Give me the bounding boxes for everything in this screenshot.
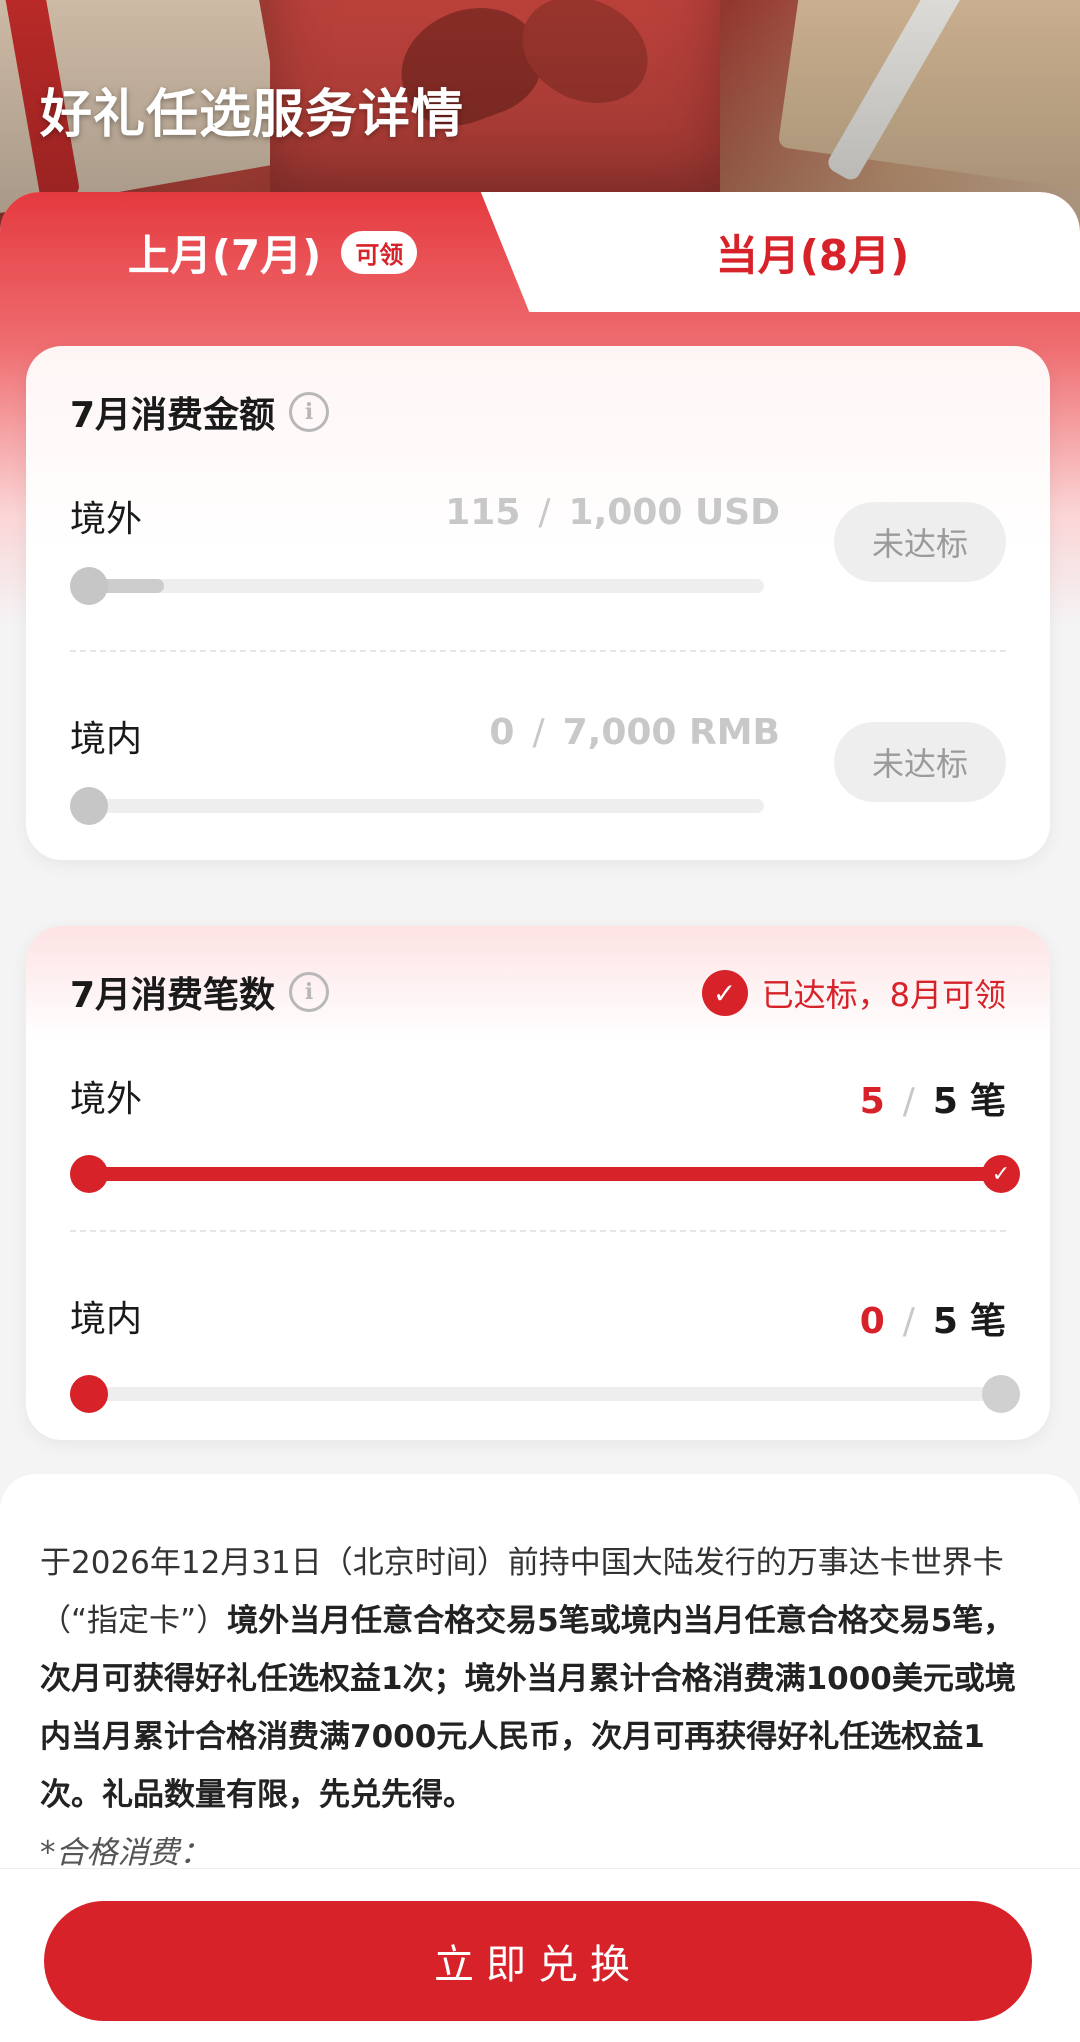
progress-track [86, 1387, 1006, 1401]
amount-current: 0 [489, 712, 515, 753]
card-title-text: 7月消费金额 [70, 395, 276, 436]
row-label-overseas: 境外 [70, 1079, 143, 1120]
info-icon[interactable]: i [289, 392, 330, 432]
progress-fill [86, 1167, 1006, 1181]
page-title: 好礼任选服务详情 [40, 85, 465, 145]
count-current: 0 [859, 1301, 885, 1342]
divider [70, 1230, 1006, 1232]
count-target: 5 [932, 1301, 958, 1342]
check-circle-icon: ✓ [701, 970, 748, 1016]
tab-this-month-label: 当月(8月) [715, 230, 910, 280]
status-met-badge: ✓ 已达标，8月可领 [701, 970, 1006, 1016]
terms-description: 于2026年12月31日（北京时间）前持中国大陆发行的万事达卡世界卡（“指定卡”… [0, 1474, 1080, 1874]
claimable-badge: 可领 [341, 230, 418, 274]
tab-last-month[interactable]: 上月(7月) 可领 [0, 192, 545, 312]
unmet-status-button[interactable]: 未达标 [834, 722, 1006, 802]
unmet-status-button[interactable]: 未达标 [834, 502, 1006, 582]
count-unit: 笔 [969, 1081, 1006, 1122]
row-label-overseas: 境外 [70, 499, 143, 540]
progress-start-dot [70, 567, 108, 605]
check-end-icon: ✓ [982, 1155, 1020, 1193]
progress-track [86, 1167, 1006, 1181]
count-current: 5 [859, 1081, 885, 1122]
amount-current: 115 [445, 492, 521, 533]
card-title: 7月消费笔数 i [70, 966, 330, 1018]
amount-progress-overseas: 115/1,000 USD [445, 492, 780, 533]
amount-target: 1,000 USD [568, 492, 780, 533]
spending-amount-card: 7月消费金额 i 境外 115/1,000 USD 未达标 境内 0/7,000… [26, 346, 1050, 860]
card-title: 7月消费金额 i [70, 386, 330, 438]
redeem-now-button[interactable]: 立即兑换 [44, 1901, 1032, 2021]
transaction-count-card: 7月消费笔数 i ✓ 已达标，8月可领 境外 5/5 笔 ✓ 境内 0/5 笔 [26, 926, 1050, 1440]
row-label-domestic: 境内 [70, 719, 143, 760]
count-progress-overseas: 5/5 笔 [859, 1081, 1006, 1122]
progress-track [86, 799, 764, 813]
progress-start-dot [70, 1375, 108, 1413]
info-icon[interactable]: i [289, 972, 330, 1012]
tab-last-month-label: 上月(7月) [127, 230, 322, 280]
bottom-bar: 立即兑换 [0, 1868, 1080, 2042]
card-title-text: 7月消费笔数 [70, 975, 276, 1016]
count-progress-domestic: 0/5 笔 [859, 1301, 1006, 1342]
amount-target: 7,000 RMB [562, 712, 780, 753]
count-target: 5 [932, 1081, 958, 1122]
status-met-text: 已达标，8月可领 [761, 976, 1006, 1014]
progress-track [86, 579, 764, 593]
progress-start-dot [70, 1155, 108, 1193]
divider [70, 650, 1006, 652]
amount-progress-domestic: 0/7,000 RMB [489, 712, 780, 753]
progress-end-dot [982, 1375, 1020, 1413]
tab-this-month[interactable]: 当月(8月) [545, 192, 1080, 312]
row-label-domestic: 境内 [70, 1299, 143, 1340]
count-unit: 笔 [969, 1301, 1006, 1342]
progress-start-dot [70, 787, 108, 825]
